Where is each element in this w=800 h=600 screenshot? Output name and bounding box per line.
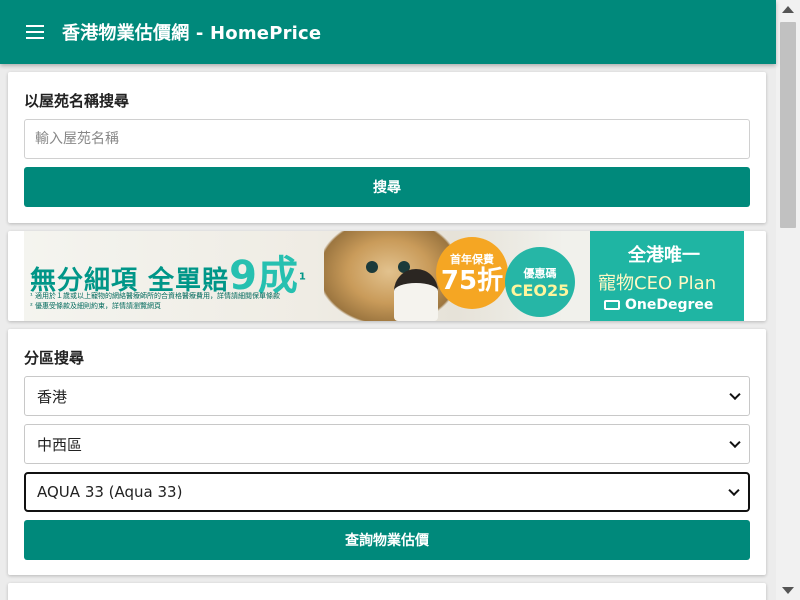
onedegree-logo-icon <box>604 300 620 310</box>
scrollbar-thumb[interactable] <box>780 22 796 228</box>
menu-line <box>26 31 44 33</box>
ad-right-panel: 全港唯一 寵物CEO Plan OneDegree <box>590 231 744 321</box>
chevron-down-icon <box>729 388 741 401</box>
district-search-card: 分區搜尋 香港 中西區 AQUA 33 (Aqua 33) 查詢物業估價 <box>8 329 766 575</box>
ad-right-line1: 全港唯一 <box>628 245 700 266</box>
query-valuation-button[interactable]: 查詢物業估價 <box>24 520 750 560</box>
estate-select-value: AQUA 33 (Aqua 33) <box>37 483 183 501</box>
cat-eye <box>366 261 378 273</box>
district-search-title: 分區搜尋 <box>24 349 85 367</box>
ad-brand: OneDegree <box>604 297 713 313</box>
estate-name-search-title: 以屋苑名稱搜尋 <box>24 92 130 110</box>
ad-fine-print: ¹ 適用於１歲或以上寵物的網絡醫療師所的合資格醫療費用，詳情請細閱保單條款 ² … <box>30 291 280 311</box>
vertical-scrollbar[interactable] <box>776 0 800 600</box>
ad-fine-print-line: ² 優惠受條款及細則約束，詳情請瀏覽網頁 <box>30 302 162 310</box>
ad-person-image <box>394 269 438 321</box>
district-select[interactable]: 中西區 <box>24 424 750 464</box>
menu-line <box>26 25 44 27</box>
menu-line <box>26 37 44 39</box>
ad-badge-big: 75折 <box>440 266 504 296</box>
estate-select[interactable]: AQUA 33 (Aqua 33) <box>24 472 750 512</box>
hamburger-menu-icon[interactable] <box>26 22 50 42</box>
ad-badge-small: 首年保費 <box>450 253 494 266</box>
chevron-down-icon <box>728 484 740 497</box>
ad-banner[interactable]: 無分細項 全單賠9成1 ¹ 適用於１歲或以上寵物的網絡醫療師所的合資格醫療費用，… <box>24 231 744 321</box>
ad-discount-badge: 首年保費 75折 <box>436 237 508 309</box>
chevron-down-icon <box>729 436 741 449</box>
ad-brand-name: OneDegree <box>625 297 714 313</box>
ad-coupon-badge: 優惠碼 CEO25 <box>505 247 575 317</box>
ad-fine-print-line: ¹ 適用於１歲或以上寵物的網絡醫療師所的合資格醫療費用，詳情請細閱保單條款 <box>30 292 281 300</box>
main-content: 以屋苑名稱搜尋 搜尋 無分細項 全單賠9成1 ¹ 適用於１歲或以上寵物的網絡醫療… <box>0 64 776 600</box>
ad-coupon-code: CEO25 <box>510 280 570 300</box>
scroll-up-arrow-icon[interactable] <box>782 6 794 13</box>
estate-name-search-card: 以屋苑名稱搜尋 搜尋 <box>8 72 766 223</box>
estate-name-input[interactable] <box>24 119 750 159</box>
ad-right-line2: 寵物CEO Plan <box>598 273 717 294</box>
app-bar: 香港物業估價網 - HomePrice <box>0 0 776 64</box>
scroll-down-arrow-icon[interactable] <box>782 587 794 594</box>
ad-banner-card: 無分細項 全單賠9成1 ¹ 適用於１歲或以上寵物的網絡醫療師所的合資格醫療費用，… <box>8 231 766 321</box>
ad-coupon-small: 優惠碼 <box>523 266 557 280</box>
region-select-value: 香港 <box>37 387 68 406</box>
ad-headline-sup: 1 <box>298 271 307 283</box>
search-button[interactable]: 搜尋 <box>24 167 750 207</box>
district-select-value: 中西區 <box>37 435 83 454</box>
next-card <box>8 583 766 600</box>
region-select[interactable]: 香港 <box>24 376 750 416</box>
app-title: 香港物業估價網 - HomePrice <box>62 23 322 44</box>
